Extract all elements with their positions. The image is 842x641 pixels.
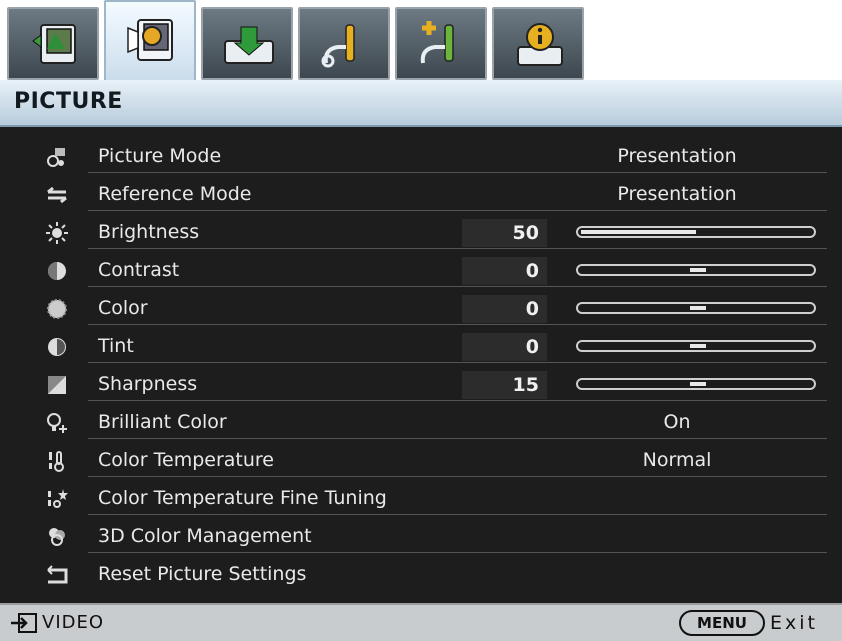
row-divider [88, 552, 827, 553]
menu-item-value: On [663, 411, 691, 433]
menu-item-brilliant-color[interactable]: Brilliant Color On [0, 405, 842, 443]
menu-item-label: Reference Mode [98, 183, 252, 205]
menu-key-button[interactable]: MENU [679, 610, 765, 636]
menu-item-tint[interactable]: Tint 0 [0, 329, 842, 367]
sharpness-value: 15 [462, 371, 547, 399]
slider-knob [690, 344, 706, 348]
menu-item-reset-picture-settings[interactable]: Reset Picture Settings [0, 557, 842, 595]
menu-title: PICTURE [14, 89, 123, 114]
footer-bar: VIDEO MENU Exit [0, 603, 842, 641]
row-divider [88, 400, 827, 401]
contrast-value: 0 [462, 257, 547, 285]
menu-item-list: Picture Mode Presentation Reference Mode… [0, 139, 842, 595]
menu-item-label: Contrast [98, 259, 180, 281]
row-divider [88, 476, 827, 477]
menu-item-contrast[interactable]: Contrast 0 [0, 253, 842, 291]
row-divider [88, 438, 827, 439]
brightness-value: 50 [462, 219, 547, 247]
current-source-label: VIDEO [42, 612, 105, 633]
contrast-slider[interactable] [576, 264, 816, 276]
color-value: 0 [462, 295, 547, 323]
picture-mode-icon [47, 148, 65, 167]
menu-item-label: Color [98, 297, 148, 319]
contrast-icon [48, 262, 66, 280]
slider-fill [581, 230, 696, 234]
sharpness-slider[interactable] [576, 378, 816, 390]
reference-mode-icon [47, 186, 67, 204]
reset-icon [47, 565, 68, 584]
color-icon [47, 299, 67, 319]
menu-item-label: Brilliant Color [98, 411, 227, 433]
tab-system-setup-basic[interactable] [298, 7, 390, 80]
osd-menu: PICTURE Picture Mode Presentation Refere… [0, 0, 842, 641]
menu-item-picture-mode[interactable]: Picture Mode Presentation [0, 139, 842, 177]
color-temperature-tuning-icon [48, 489, 68, 508]
row-divider [88, 248, 827, 249]
3d-color-management-icon [49, 528, 65, 546]
row-divider [88, 286, 827, 287]
menu-item-value: Normal [642, 449, 712, 471]
slider-knob [690, 382, 706, 386]
menu-item-color-temperature[interactable]: Color Temperature Normal [0, 443, 842, 481]
row-divider [88, 514, 827, 515]
brightness-icon [46, 222, 68, 244]
tint-slider[interactable] [576, 340, 816, 352]
system-setup-advanced-icon [420, 21, 454, 64]
menu-item-label: Color Temperature Fine Tuning [98, 487, 387, 509]
brilliant-color-icon [47, 413, 67, 433]
information-icon [517, 23, 563, 66]
menu-item-label: Reset Picture Settings [98, 563, 307, 585]
tab-picture[interactable] [104, 0, 196, 82]
menu-item-reference-mode[interactable]: Reference Mode Presentation [0, 177, 842, 215]
menu-item-label: Color Temperature [98, 449, 275, 471]
display-icon [32, 24, 76, 64]
menu-item-label: Sharpness [98, 373, 198, 395]
menu-item-label: 3D Color Management [98, 525, 312, 547]
menu-item-label: Tint [98, 335, 134, 357]
tab-display[interactable] [7, 7, 99, 80]
system-setup-basic-icon [321, 24, 355, 68]
menu-item-value: Presentation [617, 145, 737, 167]
slider-knob [690, 306, 706, 310]
menu-item-color-temperature-fine-tuning[interactable]: Color Temperature Fine Tuning [0, 481, 842, 519]
menu-item-brightness[interactable]: Brightness 50 [0, 215, 842, 253]
color-temperature-icon [49, 451, 64, 472]
row-divider [88, 172, 827, 173]
tab-bar [0, 0, 842, 82]
row-divider [88, 210, 827, 211]
brightness-slider[interactable] [576, 226, 816, 238]
menu-title-bar: PICTURE [0, 80, 842, 127]
menu-item-color[interactable]: Color 0 [0, 291, 842, 329]
tab-source[interactable] [201, 7, 293, 80]
menu-item-label: Brightness [98, 221, 200, 243]
exit-label: Exit [770, 612, 818, 634]
menu-item-sharpness[interactable]: Sharpness 15 [0, 367, 842, 405]
tab-system-setup-advanced[interactable] [395, 7, 487, 80]
menu-item-label: Picture Mode [98, 145, 222, 167]
tint-icon [48, 338, 66, 356]
menu-item-3d-color-management[interactable]: 3D Color Management [0, 519, 842, 557]
row-divider [88, 362, 827, 363]
tab-information[interactable] [492, 7, 584, 80]
row-divider [88, 324, 827, 325]
slider-knob [690, 268, 706, 272]
input-source-icon [11, 613, 37, 633]
tint-value: 0 [462, 333, 547, 361]
sharpness-icon [48, 376, 66, 394]
source-icon [224, 26, 274, 64]
color-slider[interactable] [576, 302, 816, 314]
picture-icon [127, 19, 173, 61]
menu-item-value: Presentation [617, 183, 737, 205]
